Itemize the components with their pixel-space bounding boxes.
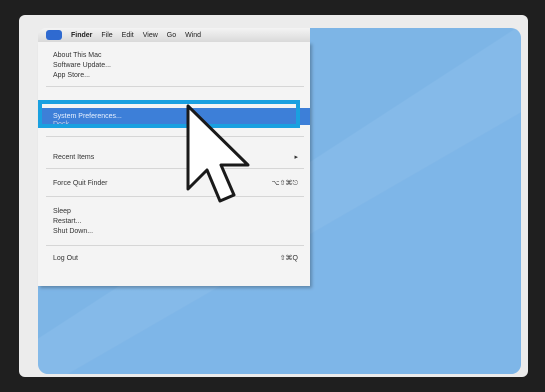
menu-separator (46, 245, 304, 246)
menu-item-log-out-label: Log Out (53, 255, 78, 262)
menu-item-software-update[interactable]: Software Update... (53, 61, 303, 71)
menu-file[interactable]: File (101, 32, 112, 39)
menu-item-sleep[interactable]: Sleep (53, 207, 303, 217)
menu-item-log-out[interactable]: Log Out ⇧⌘Q (53, 254, 303, 264)
menu-item-force-quit[interactable]: Force Quit Finder ⌥⇧⌘⎋ (53, 179, 303, 189)
submenu-arrow-icon: ▸ (294, 154, 298, 161)
apple-menu-icon[interactable] (46, 30, 62, 40)
menu-edit[interactable]: Edit (122, 32, 134, 39)
pointer-cursor-icon (186, 104, 250, 203)
force-quit-shortcut: ⌥⇧⌘⎋ (271, 180, 298, 187)
menu-finder[interactable]: Finder (71, 32, 92, 39)
menu-view[interactable]: View (143, 32, 158, 39)
menu-separator (46, 136, 304, 137)
menu-item-app-store[interactable]: App Store... (53, 71, 303, 81)
menu-item-shut-down[interactable]: Shut Down... (53, 227, 303, 237)
menu-item-recent-items[interactable]: Recent Items ▸ (53, 153, 303, 163)
log-out-shortcut: ⇧⌘Q (279, 255, 298, 262)
menu-item-force-quit-label: Force Quit Finder (53, 180, 108, 187)
menu-window[interactable]: Wind (185, 32, 201, 39)
menu-item-restart[interactable]: Restart... (53, 217, 303, 227)
menu-separator (46, 86, 304, 87)
menu-bar: Finder File Edit View Go Wind (38, 28, 310, 42)
apple-dropdown-menu: About This Mac Software Update... App St… (38, 42, 310, 286)
menu-separator (46, 196, 304, 197)
menu-separator (46, 168, 304, 169)
menu-item-about[interactable]: About This Mac (53, 51, 303, 61)
menu-go[interactable]: Go (167, 32, 176, 39)
menu-item-recent-items-label: Recent Items (53, 154, 95, 161)
